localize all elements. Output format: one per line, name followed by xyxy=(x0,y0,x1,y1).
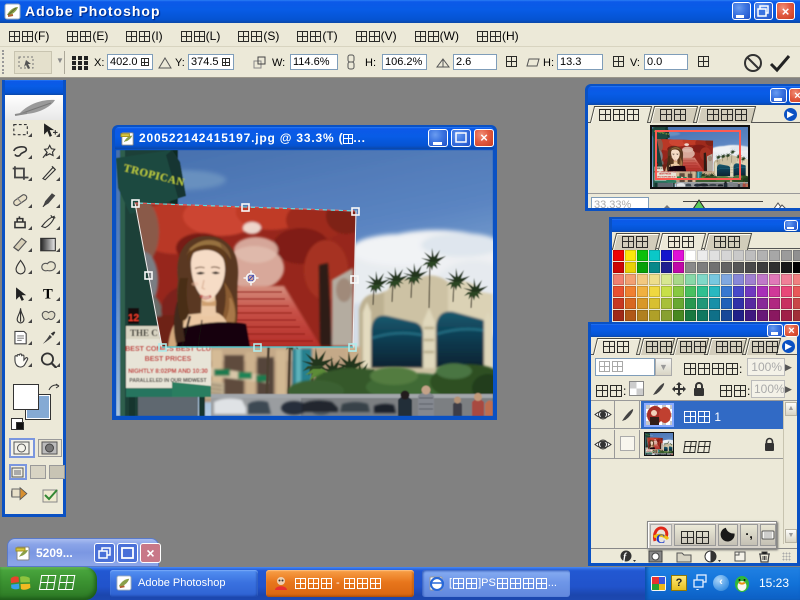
svg-text:T: T xyxy=(43,287,53,302)
svg-text:C: C xyxy=(656,531,665,545)
